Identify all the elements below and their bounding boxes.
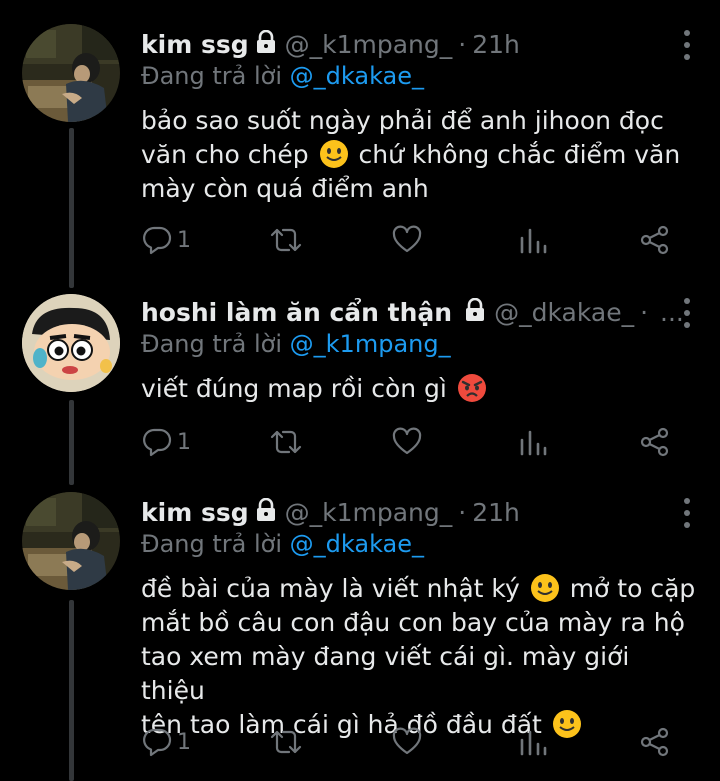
reply-mention[interactable]: @_dkakae_ (290, 62, 424, 90)
avatar-kim-ssg[interactable] (22, 492, 120, 590)
more-icon[interactable] (682, 298, 692, 328)
tweet-header: kim ssg @_k1mpang_ · 21h (141, 492, 696, 532)
text-segment: chứ không chắc điểm văn (358, 140, 681, 169)
user-handle[interactable]: @_dkakae_ (494, 298, 634, 327)
tweet-1[interactable]: kim ssg @_k1mpang_ · 21h Đang trả lời @_… (0, 0, 720, 280)
views-button[interactable] (518, 222, 548, 258)
views-icon (520, 228, 547, 254)
tweet-2[interactable]: hoshi làm ăn cẩn thận @_dkakae_ · ... Đa… (0, 280, 720, 480)
avatar-hoshi[interactable] (22, 294, 120, 392)
timestamp[interactable]: 21h (472, 30, 520, 59)
angry-emoji (457, 373, 487, 403)
slight-smile-emoji (319, 139, 349, 169)
lock-icon (464, 297, 486, 326)
views-button[interactable] (518, 424, 548, 460)
reply-prefix: Đang trả lời (141, 530, 283, 558)
text-line-with-emoji: đề bài của mày là viết nhật ký mở to cặp (141, 572, 701, 606)
retweet-icon (270, 730, 302, 754)
reply-button[interactable]: 1 (141, 724, 191, 760)
more-icon[interactable] (682, 30, 692, 60)
separator-dot: · (458, 29, 467, 59)
tweet-text: bảo sao suốt ngày phải để anh jihoon đọc… (141, 104, 701, 206)
retweet-button[interactable] (269, 424, 303, 460)
tweet-header: hoshi làm ăn cẩn thận @_dkakae_ · ... (141, 292, 696, 332)
like-icon (392, 727, 422, 755)
retweet-button[interactable] (269, 222, 303, 258)
tweet-text: viết đúng map rồi còn gì (141, 372, 701, 406)
text-line: bảo sao suốt ngày phải để anh jihoon đọc (141, 106, 664, 135)
views-icon (520, 430, 547, 456)
truncation-ellipsis: ... (660, 297, 684, 327)
reply-icon (143, 428, 172, 457)
timestamp[interactable]: 21h (472, 498, 520, 527)
reply-context: Đang trả lời @_dkakae_ (141, 530, 424, 558)
display-name[interactable]: hoshi làm ăn cẩn thận (141, 298, 452, 327)
action-bar: 1 (141, 424, 701, 460)
text-line: mày còn quá điểm anh (141, 174, 429, 203)
tweet-3[interactable]: kim ssg @_k1mpang_ · 21h Đang trả lời @_… (0, 480, 720, 781)
tweet-text: đề bài của mày là viết nhật ký mở to cặp… (141, 572, 701, 742)
text-line-with-emoji: văn cho chép chứ không chắc điểm văn (141, 138, 701, 172)
reply-count: 1 (177, 429, 191, 455)
like-button[interactable] (391, 424, 423, 460)
reply-context: Đang trả lời @_k1mpang_ (141, 330, 451, 358)
views-icon (520, 730, 547, 756)
share-icon (640, 427, 669, 457)
text-line-with-emoji: viết đúng map rồi còn gì (141, 372, 701, 406)
retweet-icon (270, 228, 302, 252)
user-handle[interactable]: @_k1mpang_ (285, 498, 453, 527)
user-handle[interactable]: @_k1mpang_ (285, 30, 453, 59)
text-line: mắt bồ câu con đậu con bay của mày ra hộ (141, 608, 685, 637)
reply-icon (143, 226, 172, 255)
text-segment: đề bài của mày là viết nhật ký (141, 574, 520, 603)
tweet-header: kim ssg @_k1mpang_ · 21h (141, 24, 696, 64)
like-button[interactable] (391, 724, 423, 760)
avatar-kim-ssg[interactable] (22, 24, 120, 122)
reply-mention[interactable]: @_k1mpang_ (290, 330, 451, 358)
text-segment: viết đúng map rồi còn gì (141, 374, 447, 403)
separator-dot: · (458, 497, 467, 527)
text-segment: văn cho chép (141, 140, 309, 169)
text-segment: mở to cặp (569, 574, 696, 603)
retweet-button[interactable] (269, 724, 303, 760)
share-button[interactable] (639, 724, 671, 760)
reply-context: Đang trả lời @_dkakae_ (141, 62, 424, 90)
reply-button[interactable]: 1 (141, 424, 191, 460)
reply-mention[interactable]: @_dkakae_ (290, 530, 424, 558)
action-bar: 1 (141, 222, 701, 258)
retweet-icon (270, 430, 302, 454)
reply-icon (143, 728, 172, 757)
share-button[interactable] (639, 424, 671, 460)
reply-button[interactable]: 1 (141, 222, 191, 258)
reply-count: 1 (177, 729, 191, 755)
reply-prefix: Đang trả lời (141, 62, 283, 90)
text-line: tao xem mày đang viết cái gì. mày giới t… (141, 642, 630, 705)
display-name[interactable]: kim ssg (141, 30, 249, 59)
lock-icon (255, 29, 277, 58)
like-button[interactable] (391, 222, 423, 258)
share-button[interactable] (639, 222, 671, 258)
separator-dot: · (640, 297, 649, 327)
lock-icon (255, 497, 277, 526)
action-bar: 1 (141, 724, 701, 760)
slight-smile-emoji (530, 573, 560, 603)
more-icon[interactable] (682, 498, 692, 528)
reply-count: 1 (177, 227, 191, 253)
reply-prefix: Đang trả lời (141, 330, 283, 358)
like-icon (392, 225, 422, 253)
share-icon (640, 225, 669, 255)
display-name[interactable]: kim ssg (141, 498, 249, 527)
views-button[interactable] (518, 724, 548, 760)
like-icon (392, 427, 422, 455)
share-icon (640, 727, 669, 757)
